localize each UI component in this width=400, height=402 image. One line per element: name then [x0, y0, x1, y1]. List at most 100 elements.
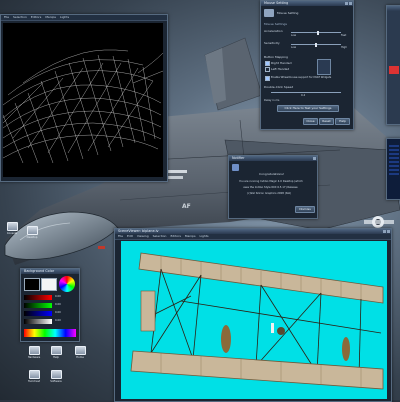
- desktop-icon-help[interactable]: Help: [48, 346, 64, 359]
- wireframe-window[interactable]: File Selection Editors Manips Lights: [0, 14, 168, 182]
- sensitivity-label: Sensitivity: [264, 41, 280, 45]
- button-mapping-label: Button Mapping: [264, 55, 288, 59]
- scene-viewport[interactable]: [121, 241, 387, 399]
- acceleration-slider-thumb[interactable]: [317, 30, 320, 35]
- left-handed-label: Left Handed: [271, 67, 290, 71]
- mouse-settings-title: Mouse Setting: [264, 1, 289, 5]
- sensitivity-high-label: High: [341, 46, 347, 49]
- maximize-icon[interactable]: [349, 2, 352, 5]
- section-mouse-settings: Mouse Settings: [264, 22, 287, 26]
- background-color-titlebar[interactable]: Background Color: [21, 269, 79, 274]
- color-swatch-current: [24, 278, 40, 291]
- red-value[interactable]: 0.00: [55, 295, 61, 298]
- notifier-title: Notifier: [232, 156, 245, 160]
- notifier-titlebar[interactable]: Notifier: [229, 156, 317, 161]
- right-partial-window-bottom[interactable]: [386, 138, 400, 200]
- desktop-icon-console[interactable]: Console: [4, 222, 20, 235]
- svg-text:AF: AF: [182, 203, 191, 210]
- menu-lights[interactable]: Lights: [200, 234, 209, 239]
- mouse-settings-window[interactable]: Mouse Setting Mouse Setting Mouse Settin…: [260, 0, 354, 130]
- partial-window-swatch: [389, 66, 399, 74]
- close-button[interactable]: Close: [303, 118, 318, 125]
- info-icon: [232, 164, 239, 171]
- desktop-icon-hardware[interactable]: Hardware: [26, 346, 42, 359]
- test-settings-button[interactable]: Click Here to Test your Settings: [277, 105, 339, 112]
- wireframe-viewport[interactable]: [2, 23, 164, 177]
- menu-file[interactable]: File: [4, 15, 9, 20]
- desktop-icon: [26, 226, 38, 235]
- value-slider[interactable]: [24, 319, 52, 324]
- sensitivity-slider-thumb[interactable]: [315, 42, 317, 47]
- double-click-value: 0.4: [301, 94, 306, 97]
- desktop-icon-home[interactable]: Home: [72, 346, 88, 359]
- mouse-diagram: [317, 59, 331, 75]
- biplane-model: [130, 252, 384, 390]
- desktop-icon-software[interactable]: Software: [48, 370, 64, 383]
- double-click-slider[interactable]: [271, 92, 341, 93]
- right-partial-titlebar[interactable]: [387, 6, 400, 11]
- color-swatch-previous: [41, 278, 57, 291]
- desktop-icon-desktop[interactable]: Desktop: [24, 226, 40, 239]
- right-partial-window-top[interactable]: [386, 5, 400, 125]
- notifier-line-1: Congratulations!: [259, 172, 285, 176]
- background-color-window[interactable]: Background Color 0.00 0.00 0.00 0.00: [20, 268, 80, 342]
- blue-value[interactable]: 0.00: [55, 311, 61, 314]
- sensitivity-slider[interactable]: [291, 42, 341, 47]
- notifier-line-4: (c)SGI Silicon Graphics 2008 (SGI): [247, 192, 292, 195]
- help-button[interactable]: Help: [335, 118, 350, 125]
- menu-selection[interactable]: Selection: [153, 234, 167, 239]
- toolchest-icon: [28, 370, 40, 379]
- left-handed-radio[interactable]: [265, 67, 270, 72]
- software-icon: [50, 370, 62, 379]
- hue-strip[interactable]: [24, 329, 76, 337]
- minimize-icon[interactable]: [383, 230, 386, 233]
- wireframe-mesh: [2, 49, 164, 164]
- wheelmouse-checkbox[interactable]: [265, 76, 270, 81]
- menu-editors[interactable]: Editors: [170, 234, 180, 239]
- scene-viewer-window[interactable]: SceneViewer: biplane.iv File Edit Viewin…: [114, 228, 392, 402]
- help-icon: [50, 346, 62, 355]
- sensitivity-low-label: Low: [291, 46, 297, 49]
- blue-slider[interactable]: [24, 311, 52, 316]
- mouse-icon: [264, 9, 274, 17]
- menu-viewing[interactable]: Viewing: [137, 234, 149, 239]
- home-icon: [74, 346, 86, 355]
- menu-edit[interactable]: Edit: [127, 234, 133, 239]
- menu-lights[interactable]: Lights: [60, 15, 69, 20]
- notifier-window[interactable]: Notifier Congratulations! You are runnin…: [228, 155, 318, 219]
- console-icon: [6, 222, 18, 231]
- menu-selection[interactable]: Selection: [13, 15, 27, 20]
- acceleration-low-label: Low: [291, 34, 297, 37]
- green-value[interactable]: 0.00: [55, 303, 61, 306]
- acceleration-high-label: Fast: [341, 34, 347, 37]
- color-wheel[interactable]: [59, 276, 75, 292]
- double-click-label: Double-Click Speed: [264, 85, 294, 89]
- menu-manips[interactable]: Manips: [185, 234, 196, 239]
- maximize-icon[interactable]: [387, 230, 390, 233]
- dismiss-button[interactable]: Dismiss: [295, 206, 315, 213]
- close-icon[interactable]: [313, 157, 316, 160]
- menu-file[interactable]: File: [118, 234, 123, 239]
- scene-viewer-titlebar[interactable]: SceneViewer: biplane.iv: [115, 229, 391, 234]
- right-handed-radio[interactable]: [265, 61, 270, 66]
- reset-button[interactable]: Reset: [319, 118, 334, 125]
- delay-label: Delay in ms: [264, 99, 280, 102]
- desktop-icon-toolchest[interactable]: Toolchest: [26, 370, 42, 383]
- acceleration-slider[interactable]: [291, 30, 341, 35]
- red-slider[interactable]: [24, 295, 52, 300]
- scene-viewer-title: SceneViewer: biplane.iv: [118, 229, 159, 233]
- menu-editors[interactable]: Editors: [31, 15, 41, 20]
- hardware-icon: [28, 346, 40, 355]
- partial-window-content: [389, 145, 399, 175]
- green-slider[interactable]: [24, 303, 52, 308]
- wheelmouse-label: Enable Wheelmouse support for Motif Widg…: [271, 76, 332, 79]
- value-value[interactable]: 0.00: [55, 319, 61, 322]
- wireframe-menubar: File Selection Editors Manips Lights: [1, 15, 167, 21]
- minimize-icon[interactable]: [345, 2, 348, 5]
- scene-viewer-menubar: File Edit Viewing Selection Editors Mani…: [115, 234, 391, 240]
- notifier-line-2: You are running IndiGo Magic 4.0 Desktop…: [239, 180, 303, 183]
- mouse-settings-titlebar[interactable]: Mouse Setting: [261, 1, 353, 6]
- mouse-settings-subtitle: Mouse Setting: [277, 11, 299, 15]
- menu-manips[interactable]: Manips: [45, 15, 56, 20]
- acceleration-label: Acceleration: [264, 29, 283, 33]
